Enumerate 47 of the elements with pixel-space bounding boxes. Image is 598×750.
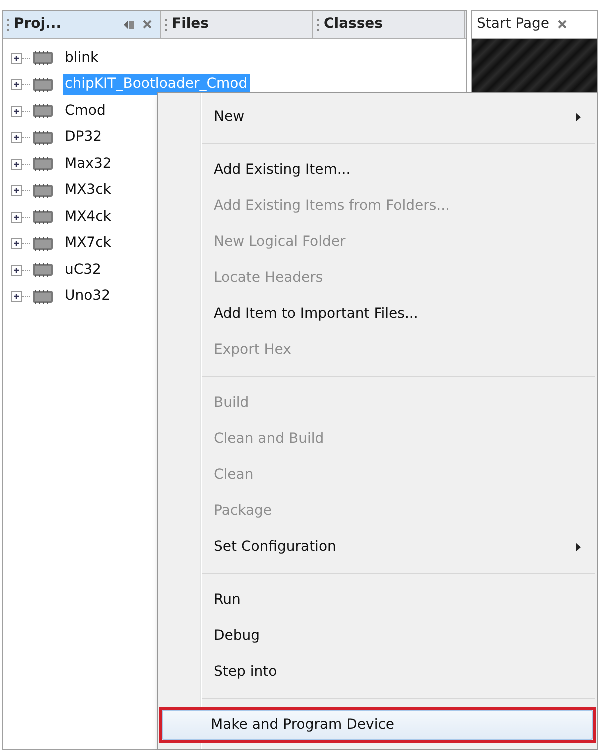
close-icon[interactable]	[558, 20, 567, 29]
close-icon[interactable]	[143, 20, 152, 29]
menu-item[interactable]: New	[165, 102, 590, 132]
menu-item[interactable]: Make and Program Device	[162, 710, 593, 740]
menu-item[interactable]: Set Configuration	[165, 532, 590, 562]
expand-icon[interactable]	[11, 264, 22, 276]
project-node[interactable]: MX3ck	[63, 180, 114, 202]
start-page-tab[interactable]: Start Page	[472, 11, 572, 38]
expand-icon[interactable]	[11, 52, 22, 64]
chip-icon	[32, 130, 54, 146]
expand-icon[interactable]	[11, 79, 22, 90]
menu-item[interactable]: Run	[165, 585, 590, 615]
minimize-icon[interactable]	[123, 20, 135, 30]
chip-icon	[32, 156, 54, 172]
chip-icon	[32, 262, 54, 278]
project-node[interactable]: uC32	[63, 260, 104, 281]
chip-icon	[32, 236, 54, 252]
expand-icon[interactable]	[11, 185, 22, 196]
project-node[interactable]: Cmod	[63, 100, 108, 122]
chip-icon	[32, 182, 54, 199]
project-node[interactable]: MX4ck	[63, 206, 114, 228]
expand-icon[interactable]	[11, 158, 22, 170]
submenu-arrow-icon	[576, 112, 581, 122]
expand-icon[interactable]	[11, 212, 22, 223]
project-node[interactable]: Max32	[63, 154, 114, 175]
project-node[interactable]: Uno32	[63, 286, 112, 308]
project-node[interactable]: DP32	[63, 127, 104, 148]
menu-item[interactable]: Add Item to Important Files...	[165, 299, 590, 329]
grip-icon	[317, 18, 320, 32]
menu-item[interactable]: Step into	[165, 657, 590, 687]
grip-icon	[165, 18, 168, 32]
project-node[interactable]: blink	[63, 48, 101, 69]
chip-icon	[32, 50, 54, 66]
chip-icon	[32, 209, 54, 226]
expand-icon[interactable]	[11, 291, 22, 302]
panel-tab[interactable]: Proj...	[3, 11, 161, 38]
expand-icon[interactable]	[11, 238, 22, 250]
expand-icon[interactable]	[11, 132, 22, 144]
menu-item[interactable]: Debug	[165, 621, 590, 651]
expand-icon[interactable]	[11, 106, 22, 117]
grip-icon	[7, 18, 10, 32]
project-node[interactable]: MX7ck	[63, 233, 114, 254]
chip-icon	[32, 103, 54, 120]
menu-item[interactable]: Add Existing Item...	[165, 155, 590, 185]
chip-icon	[32, 76, 54, 93]
submenu-arrow-icon	[576, 542, 581, 552]
chip-icon	[32, 288, 54, 305]
